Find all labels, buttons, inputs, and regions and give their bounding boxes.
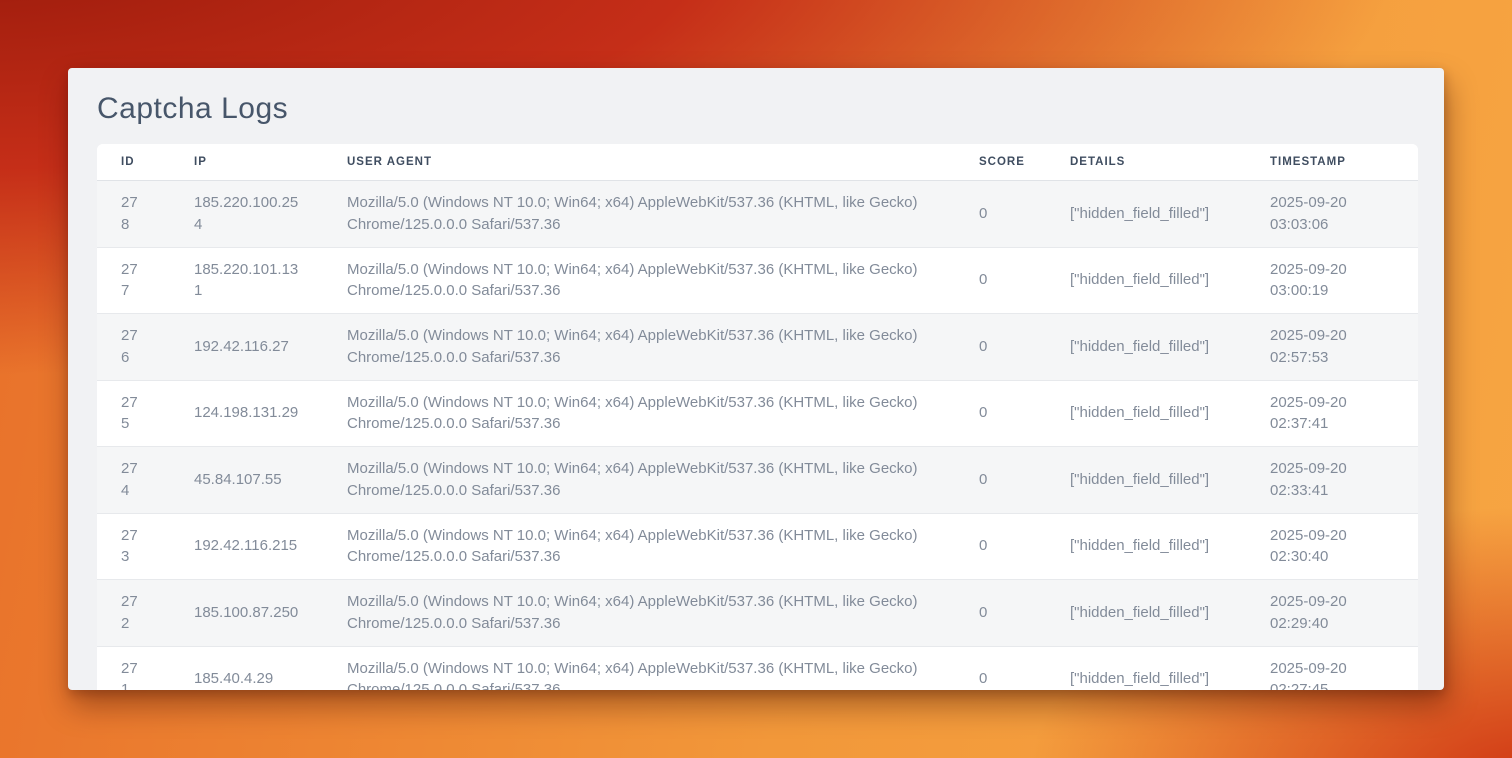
- cell-details: ["hidden_field_filled"]: [1046, 380, 1246, 447]
- cell-details: ["hidden_field_filled"]: [1046, 580, 1246, 647]
- cell-timestamp: 2025-09-20 03:00:19: [1246, 247, 1418, 314]
- page-title: Captcha Logs: [97, 92, 1444, 126]
- cell-timestamp: 2025-09-20 02:27:45: [1246, 646, 1418, 690]
- cell-details: ["hidden_field_filled"]: [1046, 181, 1246, 248]
- cell-ip: 185.220.101.131: [170, 247, 323, 314]
- cell-ip: 45.84.107.55: [170, 447, 323, 514]
- column-header-score: SCORE: [955, 144, 1046, 181]
- cell-score: 0: [955, 314, 1046, 381]
- cell-id: 271: [97, 646, 170, 690]
- cell-timestamp: 2025-09-20 02:37:41: [1246, 380, 1418, 447]
- cell-ip: 185.100.87.250: [170, 580, 323, 647]
- cell-ip: 192.42.116.27: [170, 314, 323, 381]
- table-body: 278 185.220.100.254 Mozilla/5.0 (Windows…: [97, 181, 1418, 691]
- cell-score: 0: [955, 513, 1046, 580]
- cell-ip: 185.40.4.29: [170, 646, 323, 690]
- table-header-row: ID IP USER AGENT SCORE DETAILS TIMESTAMP: [97, 144, 1418, 181]
- table-row: 275 124.198.131.29 Mozilla/5.0 (Windows …: [97, 380, 1418, 447]
- cell-id: 278: [97, 181, 170, 248]
- cell-user-agent: Mozilla/5.0 (Windows NT 10.0; Win64; x64…: [323, 314, 955, 381]
- table-row: 278 185.220.100.254 Mozilla/5.0 (Windows…: [97, 181, 1418, 248]
- cell-details: ["hidden_field_filled"]: [1046, 646, 1246, 690]
- cell-score: 0: [955, 247, 1046, 314]
- cell-ip: 192.42.116.215: [170, 513, 323, 580]
- cell-timestamp: 2025-09-20 02:30:40: [1246, 513, 1418, 580]
- table-row: 273 192.42.116.215 Mozilla/5.0 (Windows …: [97, 513, 1418, 580]
- cell-timestamp: 2025-09-20 02:33:41: [1246, 447, 1418, 514]
- table-header: ID IP USER AGENT SCORE DETAILS TIMESTAMP: [97, 144, 1418, 181]
- table-row: 276 192.42.116.27 Mozilla/5.0 (Windows N…: [97, 314, 1418, 381]
- column-header-user-agent: USER AGENT: [323, 144, 955, 181]
- logs-table-container: ID IP USER AGENT SCORE DETAILS TIMESTAMP…: [97, 144, 1418, 690]
- cell-user-agent: Mozilla/5.0 (Windows NT 10.0; Win64; x64…: [323, 513, 955, 580]
- cell-score: 0: [955, 646, 1046, 690]
- table-row: 274 45.84.107.55 Mozilla/5.0 (Windows NT…: [97, 447, 1418, 514]
- table-row: 272 185.100.87.250 Mozilla/5.0 (Windows …: [97, 580, 1418, 647]
- cell-details: ["hidden_field_filled"]: [1046, 314, 1246, 381]
- cell-score: 0: [955, 380, 1046, 447]
- cell-details: ["hidden_field_filled"]: [1046, 247, 1246, 314]
- cell-user-agent: Mozilla/5.0 (Windows NT 10.0; Win64; x64…: [323, 447, 955, 514]
- cell-user-agent: Mozilla/5.0 (Windows NT 10.0; Win64; x64…: [323, 646, 955, 690]
- cell-user-agent: Mozilla/5.0 (Windows NT 10.0; Win64; x64…: [323, 181, 955, 248]
- cell-id: 274: [97, 447, 170, 514]
- cell-id: 275: [97, 380, 170, 447]
- table-row: 277 185.220.101.131 Mozilla/5.0 (Windows…: [97, 247, 1418, 314]
- column-header-details: DETAILS: [1046, 144, 1246, 181]
- cell-timestamp: 2025-09-20 02:29:40: [1246, 580, 1418, 647]
- cell-user-agent: Mozilla/5.0 (Windows NT 10.0; Win64; x64…: [323, 580, 955, 647]
- cell-timestamp: 2025-09-20 02:57:53: [1246, 314, 1418, 381]
- cell-score: 0: [955, 447, 1046, 514]
- captcha-logs-card: Captcha Logs ID IP USER AGENT SCORE DETA…: [68, 68, 1444, 690]
- cell-id: 272: [97, 580, 170, 647]
- cell-details: ["hidden_field_filled"]: [1046, 447, 1246, 514]
- cell-score: 0: [955, 181, 1046, 248]
- cell-score: 0: [955, 580, 1046, 647]
- cell-id: 273: [97, 513, 170, 580]
- cell-id: 277: [97, 247, 170, 314]
- cell-details: ["hidden_field_filled"]: [1046, 513, 1246, 580]
- page-background: { "page": { "title": "Captcha Logs" }, "…: [0, 0, 1512, 758]
- column-header-ip: IP: [170, 144, 323, 181]
- cell-id: 276: [97, 314, 170, 381]
- table-row: 271 185.40.4.29 Mozilla/5.0 (Windows NT …: [97, 646, 1418, 690]
- column-header-id: ID: [97, 144, 170, 181]
- cell-timestamp: 2025-09-20 03:03:06: [1246, 181, 1418, 248]
- cell-ip: 124.198.131.29: [170, 380, 323, 447]
- column-header-timestamp: TIMESTAMP: [1246, 144, 1418, 181]
- cell-ip: 185.220.100.254: [170, 181, 323, 248]
- logs-table: ID IP USER AGENT SCORE DETAILS TIMESTAMP…: [97, 144, 1418, 690]
- cell-user-agent: Mozilla/5.0 (Windows NT 10.0; Win64; x64…: [323, 380, 955, 447]
- cell-user-agent: Mozilla/5.0 (Windows NT 10.0; Win64; x64…: [323, 247, 955, 314]
